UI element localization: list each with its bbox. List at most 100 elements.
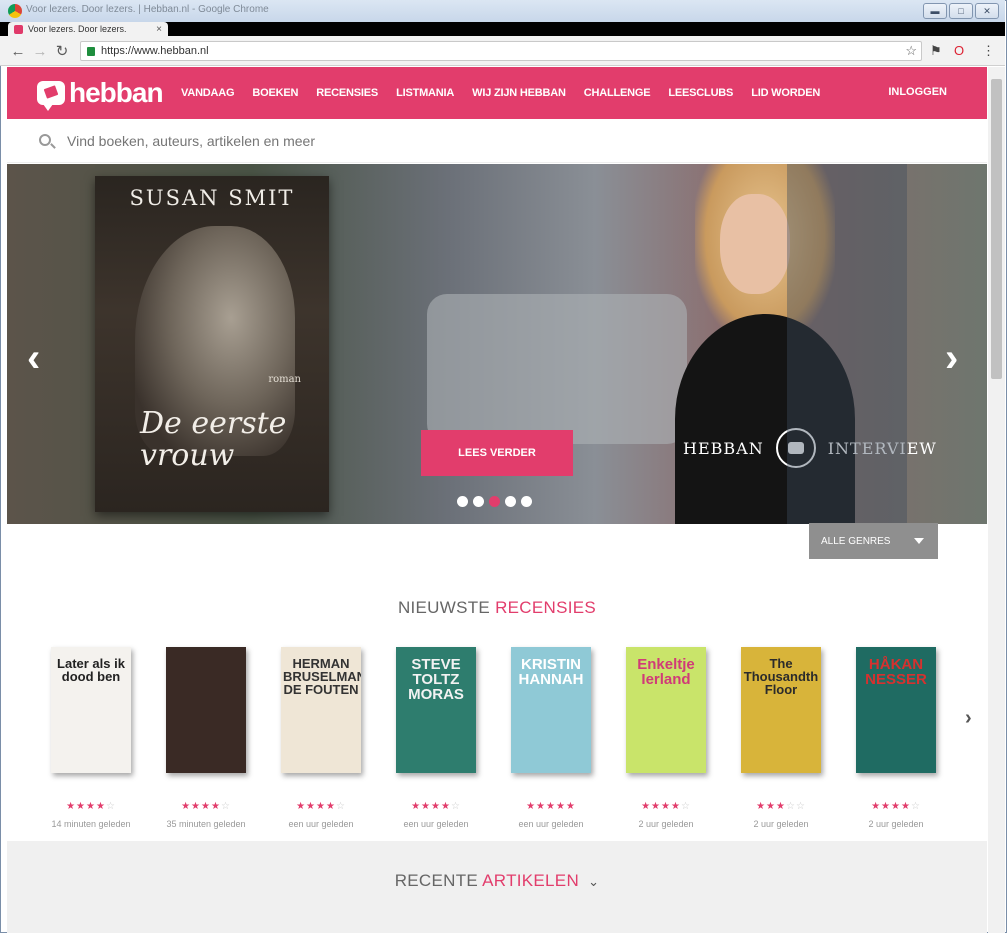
reload-icon[interactable]: ↻ — [52, 41, 72, 61]
nav-item-leesclubs[interactable]: LEESCLUBS — [668, 87, 733, 99]
genre-selected: ALLE GENRES — [821, 535, 891, 547]
books-next-icon[interactable]: › — [965, 707, 972, 730]
web-page: hebban VANDAAG BOEKEN RECENSIES LISTMANI… — [7, 67, 987, 933]
carousel-dot-active[interactable] — [489, 496, 500, 507]
artikelen-heading[interactable]: RECENTE ARTIKELEN ⌄ — [7, 871, 987, 891]
lock-icon — [87, 46, 95, 56]
tab-label: Voor lezers. Door lezers. — [28, 24, 127, 34]
nav-item-lid-worden[interactable]: LID WORDEN — [751, 87, 820, 99]
review-time: 14 minuten geleden — [51, 819, 131, 829]
star-icon: ☆ — [680, 801, 691, 812]
star-icon: ★ — [86, 801, 96, 812]
book-cover-title: STEVE TOLTZ MORAS — [408, 656, 464, 703]
book-cover[interactable]: Later als ik dood ben — [51, 647, 131, 773]
carousel-dot[interactable] — [473, 496, 484, 507]
maximize-button[interactable]: □ — [949, 3, 973, 19]
lees-verder-button[interactable]: LEES VERDER — [421, 430, 573, 476]
search-icon — [39, 134, 51, 146]
recensies-heading: NIEUWSTE RECENSIES — [7, 598, 987, 618]
book-cover[interactable]: The Thousandth Floor — [741, 647, 821, 773]
review-time: een uur geleden — [403, 819, 469, 829]
star-icon: ☆ — [795, 801, 806, 812]
hero-book-title-line1: De eerste — [140, 406, 287, 441]
book-cover[interactable]: Enkeltje Ierland — [626, 647, 706, 773]
review-time: 2 uur geleden — [638, 819, 694, 829]
nav-item-listmania[interactable]: LISTMANIA — [396, 87, 454, 99]
logo-bubble-icon — [37, 81, 65, 111]
recensies-heading-accent: RECENSIES — [495, 598, 597, 617]
hebban-favicon-icon — [14, 24, 23, 34]
star-icon: ★ — [181, 801, 192, 812]
review-book-list: Later als ik dood ben ★★★★☆ 14 minuten gel… — [45, 647, 945, 837]
star-icon: ★ — [191, 801, 202, 812]
review-book-item[interactable]: STEVE TOLTZ MORAS ★★★★☆ een uur geleden — [390, 647, 482, 829]
book-cover-title: The Thousandth Floor — [743, 656, 819, 697]
opera-extension-icon[interactable]: Ο — [954, 43, 964, 58]
book-cover-title: Later als ik dood ben — [57, 656, 125, 684]
carousel-dot[interactable] — [457, 496, 468, 507]
star-icon: ★ — [776, 801, 786, 812]
url-text[interactable]: https://www.hebban.nl — [101, 45, 209, 57]
star-icon: ☆ — [785, 801, 796, 812]
search-input[interactable] — [67, 129, 947, 153]
star-icon: ★ — [421, 801, 432, 812]
carousel-dot[interactable] — [505, 496, 516, 507]
review-book-item[interactable]: HERMAN BRUSELMANS DE FOUTEN★★★★☆een uur … — [275, 647, 367, 829]
minimize-button[interactable]: ▬ — [923, 3, 947, 19]
carousel-dot[interactable] — [521, 496, 532, 507]
star-icon: ★ — [756, 801, 767, 812]
star-icon: ★ — [431, 801, 441, 812]
forward-arrow-icon[interactable]: → — [30, 41, 50, 61]
nav-item-vandaag[interactable]: VANDAAG — [181, 87, 235, 99]
star-icon: ★ — [440, 801, 451, 812]
book-cover[interactable]: KRISTIN HANNAH — [511, 647, 591, 773]
window-title: Voor lezers. Door lezers. | Hebban.nl - … — [26, 4, 269, 15]
hebban-interview-label: HEBBAN INTERVIEW — [683, 428, 937, 468]
review-time: 2 uur geleden — [753, 819, 809, 829]
chrome-menu-icon[interactable]: ⋮ — [982, 43, 995, 59]
back-arrow-icon[interactable]: ← — [8, 41, 28, 61]
login-link[interactable]: INLOGGEN — [888, 86, 947, 98]
review-book-item[interactable]: ★★★★☆ 35 minuten geleden — [160, 647, 252, 829]
artikelen-heading-accent: ARTIKELEN — [482, 871, 580, 890]
browser-tab[interactable]: Voor lezers. Door lezers. × — [8, 22, 168, 36]
extension-flag-icon[interactable]: ⚑ — [930, 43, 942, 59]
browser-toolbar: ← → ↻ https://www.hebban.nl ☆ ⚑ Ο ⋮ — [0, 36, 1005, 66]
chevron-down-icon: ⌄ — [588, 874, 600, 889]
review-book-item[interactable]: The Thousandth Floor ★★★☆☆ 2 uur geleden — [735, 647, 827, 829]
review-book-item[interactable]: KRISTIN HANNAH ★★★★★ een uur geleden — [505, 647, 597, 829]
review-book-item[interactable]: Enkeltje Ierland ★★★★☆ 2 uur geleden — [620, 647, 712, 829]
bookmark-star-icon[interactable]: ☆ — [905, 43, 917, 59]
address-bar[interactable]: https://www.hebban.nl ☆ — [80, 41, 922, 61]
nav-item-challenge[interactable]: CHALLENGE — [584, 87, 651, 99]
tab-close-icon[interactable]: × — [156, 24, 162, 35]
caret-down-icon — [914, 538, 924, 544]
book-cover[interactable] — [166, 647, 246, 773]
genre-dropdown[interactable]: ALLE GENRES — [809, 523, 938, 559]
review-book-item[interactable]: Later als ik dood ben ★★★★☆ 14 minuten gel… — [45, 647, 137, 829]
star-icon: ★ — [325, 801, 336, 812]
hebban-logo[interactable]: hebban — [37, 77, 164, 111]
hero-carousel: SUSAN SMIT roman De eerste vrouw ‹ › LEE… — [7, 164, 987, 524]
rating-stars: ★★★★☆ — [390, 801, 482, 812]
book-cover[interactable]: HÅKAN NESSER — [856, 647, 936, 773]
rating-stars: ★★★★☆ — [620, 801, 712, 812]
nav-item-boeken[interactable]: BOEKEN — [252, 87, 298, 99]
book-cover[interactable]: HERMAN BRUSELMANS DE FOUTEN — [281, 647, 361, 773]
nav-item-wij-zijn-hebban[interactable]: WIJ ZIJN HEBBAN — [472, 87, 566, 99]
close-window-button[interactable]: ✕ — [975, 3, 999, 19]
carousel-next-icon[interactable]: › — [945, 336, 958, 381]
nav-item-recensies[interactable]: RECENSIES — [316, 87, 378, 99]
book-cover[interactable]: STEVE TOLTZ MORAS — [396, 647, 476, 773]
author-photo — [675, 164, 855, 524]
book-cover-title: HERMAN BRUSELMANS DE FOUTEN — [283, 656, 361, 697]
page-scrollbar[interactable] — [988, 67, 1005, 933]
star-icon: ★ — [891, 801, 901, 812]
review-book-item[interactable]: HÅKAN NESSER ★★★★☆ 2 uur geleden — [850, 647, 942, 829]
scrollbar-thumb[interactable] — [991, 79, 1002, 379]
star-icon: ★ — [661, 801, 671, 812]
star-icon: ★ — [651, 801, 662, 812]
carousel-prev-icon[interactable]: ‹ — [27, 336, 40, 381]
hero-book-cover[interactable]: SUSAN SMIT roman De eerste vrouw — [95, 176, 329, 512]
star-icon: ☆ — [450, 801, 461, 812]
